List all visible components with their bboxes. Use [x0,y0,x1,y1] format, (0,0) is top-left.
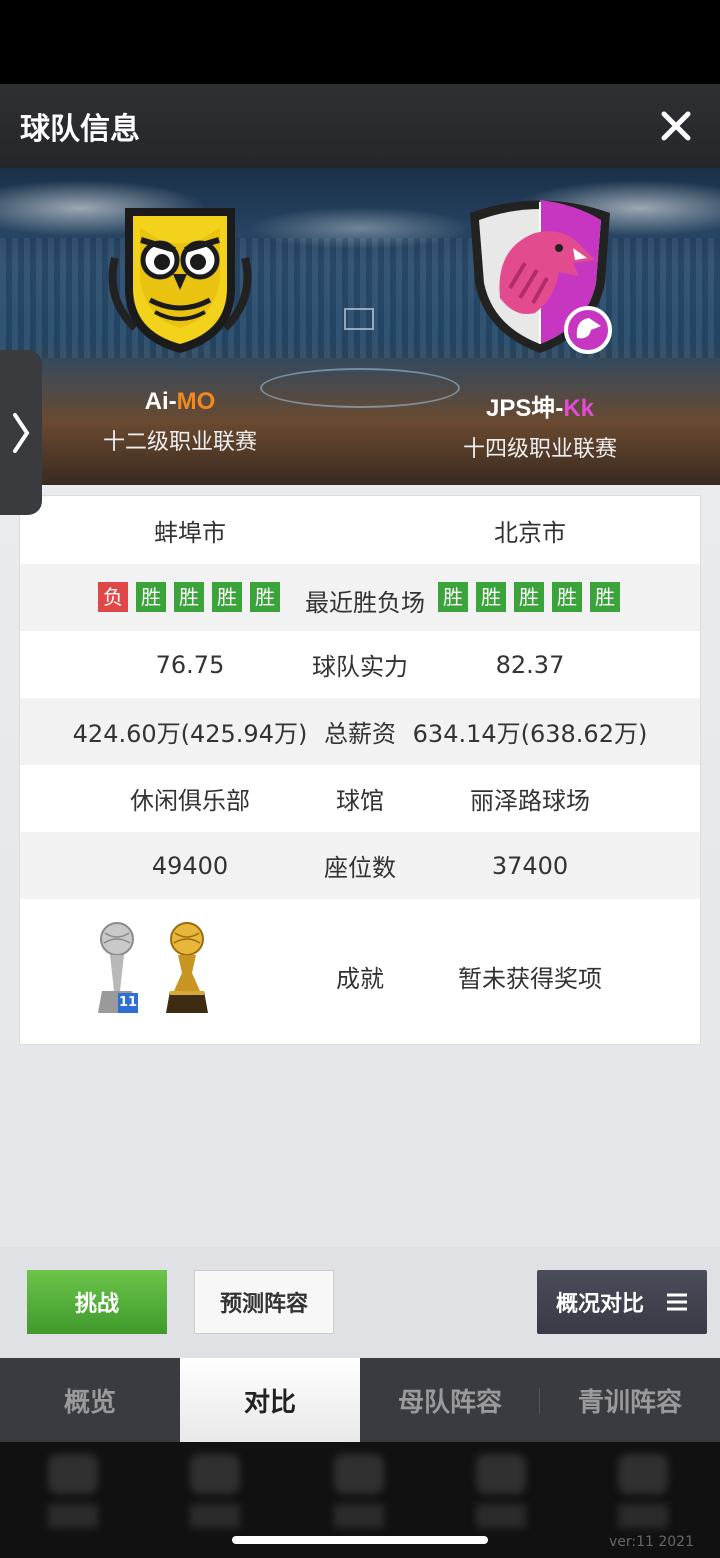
nav-icon [334,1454,384,1494]
away-team-name-prefix: JPS坤- [485,395,564,422]
form-badge: 胜 [250,582,280,612]
owl-logo-icon[interactable] [95,188,265,358]
page-title: 球队信息 [20,112,140,147]
city-row: 蚌埠市 北京市 [20,496,700,564]
form-badge: 胜 [590,582,620,612]
header: 球队信息 [0,84,720,168]
nav-label [618,1504,668,1528]
away-city: 北京市 [494,518,566,547]
venue-row: 休闲俱乐部 球馆 丽泽路球场 [20,765,700,832]
away-strength: 82.37 [495,650,565,679]
form-badge: 胜 [514,582,544,612]
tab-bar: 概览 对比 母队阵容 青训阵容 [0,1358,720,1442]
tab-label: 对比 [243,1387,296,1418]
home-strength: 76.75 [155,650,225,679]
predict-lineup-button[interactable]: 预测阵容 [194,1270,334,1334]
tab-youth-roster[interactable]: 青训阵容 [540,1358,720,1442]
nav-label [476,1504,526,1528]
away-team-name: JPS坤-Kk [420,388,660,423]
nav-label [48,1504,98,1528]
away-seats: 37400 [491,851,569,880]
away-recent-form: 胜 胜 胜 胜 胜 [438,582,628,612]
away-team: JPS坤-Kk 十四级职业联赛 [420,188,660,463]
form-badge: 胜 [212,582,242,612]
form-badge: 胜 [438,582,468,612]
recent-form-label: 最近胜负场 [305,589,425,617]
home-team-league: 十二级职业联赛 [102,430,257,455]
achievements-row: 11 成就 暂未获得奖项 [20,899,700,1045]
version-label: ver:11 2021 [608,1534,694,1550]
home-indicator[interactable] [232,1536,488,1544]
home-recent-form: 负 胜 胜 胜 胜 [98,582,288,612]
away-team-name-suffix: Kk [563,395,595,422]
nav-label [190,1504,240,1528]
form-badge: 负 [98,582,128,612]
tab-label: 青训阵容 [577,1387,682,1418]
close-icon [661,111,691,141]
seats-row: 49400 座位数 37400 [20,832,700,899]
home-team: Ai-MO 十二级职业联赛 [60,188,300,456]
bottom-nav: ver:11 2021 [0,1442,720,1558]
comparison-card: 蚌埠市 北京市 负 胜 胜 胜 胜 最近胜负场 胜 胜 胜 胜 胜 76.75 … [19,495,701,1045]
home-venue: 休闲俱乐部 [130,787,250,815]
home-team-name-suffix: MO [176,388,216,415]
challenge-button[interactable]: 挑战 [27,1270,167,1334]
home-salary: 424.60万(425.94万) [72,720,308,748]
tab-label: 概览 [63,1387,116,1418]
home-team-name: Ai-MO [60,388,300,416]
status-bar [0,0,720,84]
salary-row: 424.60万(425.94万) 总薪资 634.14万(638.62万) [20,698,700,765]
salary-label: 总薪资 [324,720,396,748]
silver-trophy-icon[interactable]: 11 [92,921,142,1021]
nav-icon [476,1454,526,1494]
form-badge: 胜 [552,582,582,612]
away-team-league: 十四级职业联赛 [462,437,617,462]
away-achievements: 暂未获得奖项 [458,965,602,993]
nav-label [334,1504,384,1528]
tab-compare[interactable]: 对比 [180,1358,360,1442]
tab-overview[interactable]: 概览 [0,1358,180,1442]
trophy-count-badge: 11 [118,993,138,1013]
away-salary: 634.14万(638.62万) [412,720,648,748]
nav-icon [48,1454,98,1494]
home-seats: 49400 [151,851,229,880]
gold-trophy-icon[interactable] [162,921,212,1021]
nav-icon [190,1454,240,1494]
close-button[interactable] [658,108,694,144]
tab-label: 母队阵容 [397,1387,502,1418]
nav-icon [618,1454,668,1494]
basketball-hoop-icon [344,308,374,330]
compare-overview-button[interactable]: 概况对比 [537,1270,707,1334]
chevron-right-icon [13,412,30,453]
form-badge: 胜 [476,582,506,612]
form-badge: 胜 [136,582,166,612]
side-drawer-handle[interactable] [0,350,42,515]
menu-icon [667,1293,687,1311]
team-banner: Ai-MO 十二级职业联赛 JPS坤-Kk 十四级职业联赛 [0,168,720,485]
away-venue: 丽泽路球场 [470,787,590,815]
compare-overview-label: 概况对比 [555,1292,644,1317]
home-city: 蚌埠市 [154,518,226,547]
action-bar: 挑战 预测阵容 概况对比 [0,1247,720,1358]
recent-form-row: 负 胜 胜 胜 胜 最近胜负场 胜 胜 胜 胜 胜 [20,564,700,631]
form-badge: 胜 [174,582,204,612]
strength-row: 76.75 球队实力 82.37 [20,631,700,698]
eagle-logo-icon[interactable] [455,188,625,358]
tab-senior-roster[interactable]: 母队阵容 [360,1358,540,1442]
home-team-name-prefix: Ai- [144,388,177,415]
